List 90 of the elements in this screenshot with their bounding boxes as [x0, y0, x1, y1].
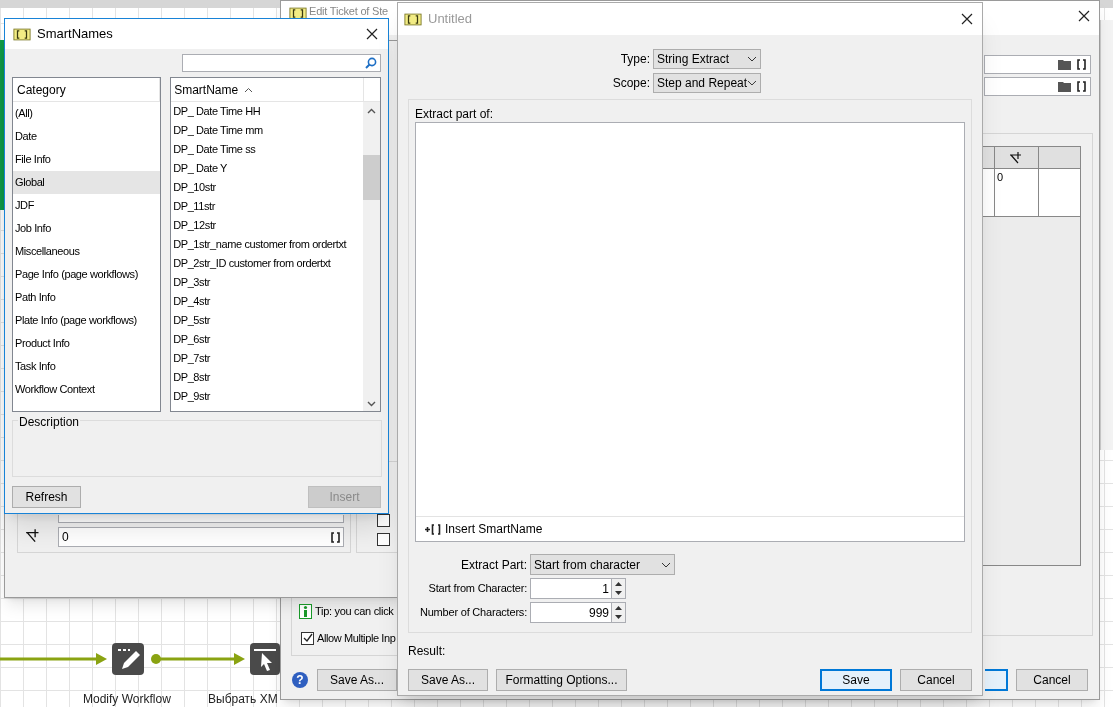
field-label: Scope:: [611, 75, 650, 92]
button[interactable]: Save As...: [408, 669, 488, 691]
brackets-icon[interactable]: [1077, 59, 1086, 70]
close-icon[interactable]: [961, 13, 973, 25]
list-item[interactable]: DP_ Date Time ss: [171, 140, 363, 159]
default-button[interactable]: [985, 669, 1008, 691]
list-item[interactable]: DP_11str: [171, 197, 363, 216]
down-arrow-icon[interactable]: [615, 615, 622, 620]
list-item[interactable]: DP_ Date Time mm: [171, 121, 363, 140]
folder-icon[interactable]: [1058, 59, 1071, 70]
column-header[interactable]: [995, 147, 1039, 169]
close-icon[interactable]: [366, 28, 378, 40]
pencil-step-icon[interactable]: [112, 643, 144, 675]
up-arrow-icon[interactable]: [615, 605, 622, 610]
bracket-tag-icon: [13, 27, 31, 41]
checkbox[interactable]: [377, 533, 390, 546]
scrollbar[interactable]: [363, 102, 380, 411]
button[interactable]: Formatting Options...: [496, 669, 627, 691]
number-field[interactable]: 1: [530, 578, 612, 599]
list-item[interactable]: DP_ Date Time HH: [171, 102, 363, 121]
down-arrow-icon[interactable]: [615, 591, 622, 596]
dropdown[interactable]: String Extract: [653, 49, 761, 69]
list-item[interactable]: DP_5str: [171, 311, 363, 330]
checkmark-icon: [302, 633, 313, 644]
table-cell: 0: [995, 169, 1039, 217]
cursor-step-icon[interactable]: [250, 643, 280, 675]
list-item[interactable]: DP_4str: [171, 292, 363, 311]
chevron-down-icon: [747, 80, 757, 86]
spin-buttons[interactable]: [612, 578, 626, 599]
brackets-icon[interactable]: [331, 531, 340, 543]
chevron-down-icon: [747, 56, 757, 62]
text-field[interactable]: [58, 515, 344, 523]
path-field[interactable]: [984, 55, 1091, 74]
window-title: Edit Ticket of Ste: [309, 4, 388, 19]
info-icon: [299, 603, 312, 619]
list-item[interactable]: DP_1str_name customer from ordertxt: [171, 235, 363, 254]
brackets-icon[interactable]: [1077, 81, 1086, 92]
text-area[interactable]: Insert SmartName: [415, 122, 965, 542]
checkbox[interactable]: [377, 514, 390, 527]
window-title: SmartNames: [37, 25, 113, 44]
chevron-down-icon: [661, 561, 671, 568]
button[interactable]: Save As...: [317, 669, 397, 691]
search-icon[interactable]: [365, 57, 377, 69]
list-item[interactable]: DP_3str: [171, 273, 363, 292]
list-item[interactable]: DP_8str: [171, 368, 363, 387]
button[interactable]: Save: [820, 669, 892, 691]
list-item[interactable]: Global: [13, 171, 161, 194]
plus-brackets-icon: [424, 523, 441, 535]
list-item[interactable]: DP_6str: [171, 330, 363, 349]
checkbox-label: Allow Multiple Inp: [317, 631, 396, 646]
value-field[interactable]: 0: [58, 527, 344, 547]
path-field[interactable]: [984, 77, 1091, 96]
number-field[interactable]: 999: [530, 602, 612, 623]
search-field[interactable]: [182, 54, 381, 72]
sort-caret-icon[interactable]: [244, 86, 254, 93]
scroll-up-icon[interactable]: [367, 108, 376, 114]
column-header[interactable]: SmartName: [171, 78, 365, 101]
scroll-down-icon[interactable]: [367, 401, 376, 407]
spin-buttons[interactable]: [612, 602, 626, 623]
bracket-tag-icon: [404, 12, 422, 26]
button[interactable]: Cancel: [1016, 669, 1088, 691]
folder-icon[interactable]: [1058, 81, 1071, 92]
tip-text: Tip: you can click: [315, 604, 394, 619]
checkbox[interactable]: [301, 631, 314, 645]
result-label: Result:: [408, 643, 446, 660]
insert-smartname-link[interactable]: Insert SmartName: [424, 520, 543, 538]
field-label: Type:: [619, 51, 650, 68]
list-item[interactable]: DP_9str: [171, 387, 363, 406]
list-item[interactable]: DP_ Date Y: [171, 159, 363, 178]
close-icon[interactable]: [1078, 10, 1090, 22]
list-item[interactable]: DP_12str: [171, 216, 363, 235]
dropdown[interactable]: Start from character: [530, 554, 675, 575]
field-label: Number of Characters:: [418, 605, 527, 621]
step-label: Выбрать XM: [208, 691, 278, 707]
list-item[interactable]: DP_2str_ID customer from ordertxt: [171, 254, 363, 273]
step-label: Modify Workflow: [83, 691, 171, 707]
group-label: Extract part of:: [415, 106, 495, 120]
list-item[interactable]: DP_7str: [171, 349, 363, 368]
field-label: Extract Part:: [459, 556, 527, 574]
bracket-tag-icon: [289, 7, 307, 20]
up-arrow-icon[interactable]: [615, 581, 622, 586]
list-item[interactable]: DP_10str: [171, 178, 363, 197]
window-title: Untitled: [428, 10, 473, 29]
column-header[interactable]: Category: [13, 78, 161, 101]
dropdown[interactable]: Step and Repeat: [653, 73, 761, 93]
button[interactable]: Refresh: [12, 486, 81, 508]
scroll-thumb[interactable]: [363, 155, 380, 200]
field-label: Start from Character:: [427, 581, 527, 597]
button[interactable]: Cancel: [900, 669, 972, 691]
help-button[interactable]: ?: [292, 672, 308, 688]
